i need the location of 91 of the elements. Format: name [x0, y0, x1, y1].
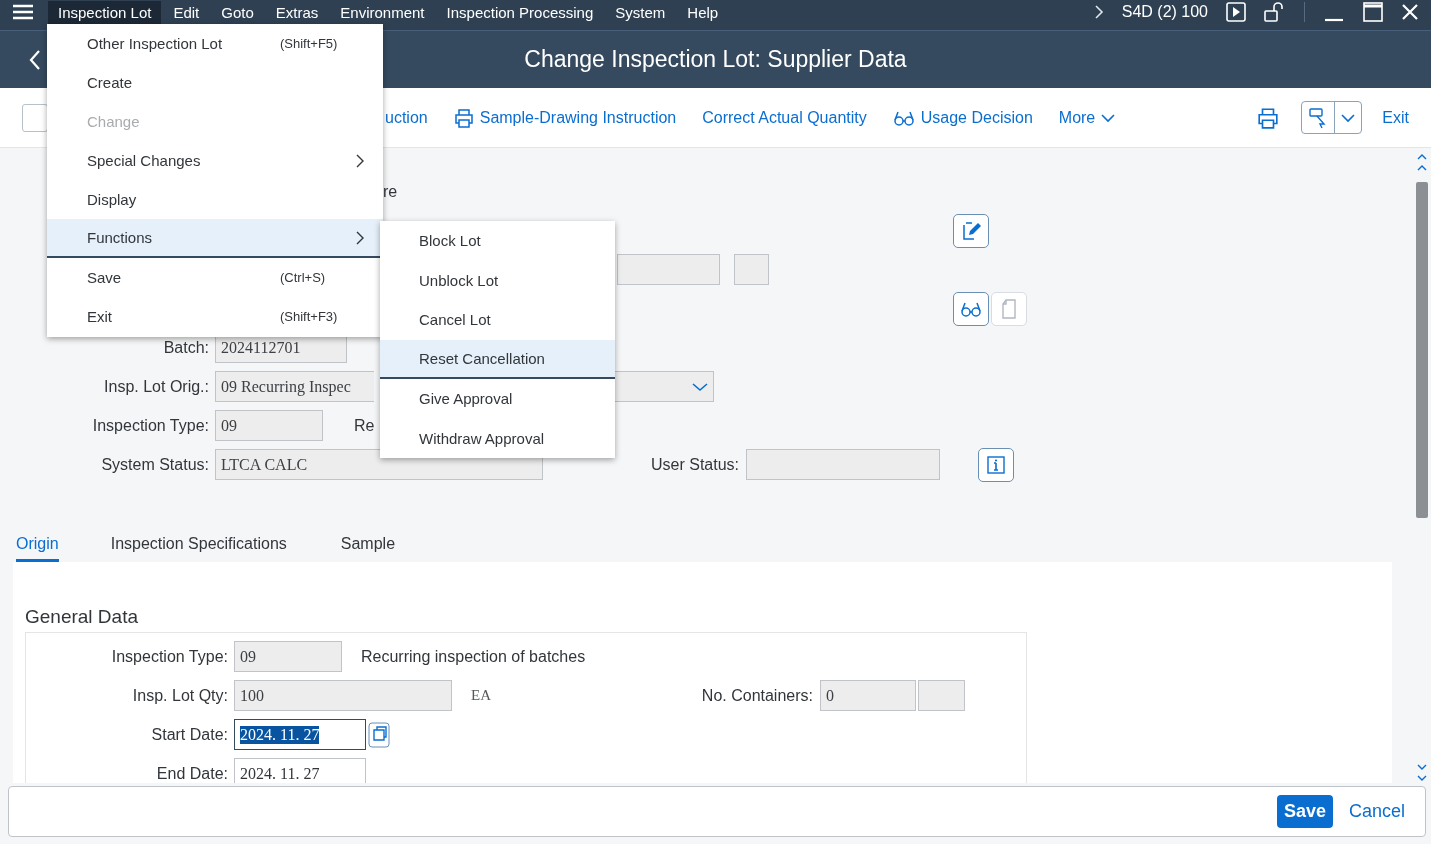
- description-text: Recurring inspection of batches: [361, 647, 586, 666]
- input-field[interactable]: 100: [234, 680, 452, 711]
- chevron-down-icon: [1341, 112, 1356, 123]
- edit-document-icon: [960, 219, 982, 242]
- shortcut-text: (Shift+F5): [280, 36, 338, 51]
- printer-icon[interactable]: [1257, 106, 1280, 129]
- tab[interactable]: Sample: [340, 535, 396, 562]
- input-field[interactable]: [734, 254, 769, 285]
- chevron-down-icon: [692, 381, 708, 392]
- back-icon[interactable]: [28, 48, 42, 71]
- close-icon[interactable]: [1401, 3, 1419, 21]
- cancel-button[interactable]: Cancel: [1342, 800, 1411, 823]
- value-help-icon[interactable]: [368, 721, 390, 748]
- scrollbar-thumb[interactable]: [1415, 182, 1428, 518]
- menu-entry[interactable]: Give Approval: [380, 379, 615, 419]
- menu-entry[interactable]: Other Inspection Lot (Shift+F5): [47, 24, 383, 63]
- toolbar-button[interactable]: Usage Decision: [890, 104, 1035, 131]
- shortcut-text: (Ctrl+S): [280, 270, 326, 285]
- menu-item[interactable]: Inspection Lot: [48, 0, 162, 24]
- menu-item[interactable]: Goto: [211, 0, 264, 24]
- menu-item[interactable]: Edit: [163, 0, 210, 24]
- menu-entry-label: Functions: [87, 229, 153, 246]
- menu-entry[interactable]: Create: [47, 63, 383, 102]
- field-label: User Status:: [651, 455, 740, 474]
- exit-button[interactable]: Exit: [1380, 104, 1411, 131]
- menu-entry-label: Exit: [87, 308, 112, 325]
- save-button[interactable]: Save: [1276, 795, 1333, 828]
- play-icon[interactable]: [1226, 2, 1246, 22]
- menu-entry-label: Display: [87, 191, 137, 208]
- menu-entry[interactable]: Special Changes: [47, 141, 383, 180]
- display-button[interactable]: [953, 291, 989, 326]
- dropdown-field[interactable]: 09 Recurring Inspec: [215, 371, 374, 402]
- date-field[interactable]: 2024. 11. 27: [234, 758, 366, 783]
- maximize-icon[interactable]: [1363, 2, 1383, 22]
- input-field[interactable]: [617, 254, 720, 285]
- menu-entry-label: Special Changes: [87, 152, 201, 169]
- toolbar-button[interactable]: Correct Actual Quantity: [700, 104, 869, 131]
- menu-entry[interactable]: Save (Ctrl+S): [47, 258, 383, 297]
- split-button[interactable]: [1301, 101, 1363, 134]
- chevron-down-icon: [1101, 112, 1116, 123]
- menu-entry[interactable]: Reset Cancellation: [380, 339, 615, 379]
- date-field[interactable]: 2024. 11. 27: [234, 719, 366, 750]
- info-icon: [987, 455, 1006, 474]
- chevron-right-icon[interactable]: [1093, 4, 1104, 20]
- menu-entry[interactable]: Unblock Lot: [380, 260, 615, 300]
- input-field[interactable]: 0: [820, 680, 916, 711]
- field-label: Insp. Lot Orig.:: [103, 377, 210, 396]
- menu-item[interactable]: Environment: [330, 0, 435, 24]
- menu-entry-label: Other Inspection Lot: [87, 35, 223, 52]
- menu-entry-label: Create: [87, 74, 133, 91]
- document-icon: [1001, 298, 1017, 319]
- field-label: No. Containers:: [700, 686, 813, 705]
- field-label: System Status:: [100, 455, 210, 474]
- menu-item[interactable]: Help: [677, 0, 729, 24]
- glasses-icon: [960, 300, 982, 317]
- toolbar-button[interactable]: uction: [383, 104, 430, 131]
- partial-label: re: [383, 182, 398, 201]
- unit-text: EA: [471, 687, 492, 704]
- menu-icon[interactable]: [12, 4, 34, 20]
- menu-entry-label: Change: [87, 113, 140, 130]
- edit-button[interactable]: [953, 213, 989, 248]
- input-field[interactable]: 09: [234, 641, 342, 672]
- menu-entry-label: Save: [87, 269, 122, 286]
- printer-icon: [453, 107, 474, 128]
- field-label: End Date:: [155, 764, 229, 783]
- menu-item[interactable]: Inspection Processing: [436, 0, 604, 24]
- field-label: Inspection Type:: [110, 647, 229, 666]
- field-label: Inspection Type:: [91, 416, 210, 435]
- page-title: Change Inspection Lot: Supplier Data: [524, 46, 907, 73]
- info-button[interactable]: [978, 447, 1015, 482]
- input-field[interactable]: [746, 449, 941, 480]
- shortcut-text: (Shift+F3): [280, 309, 338, 324]
- tab[interactable]: Inspection Specifications: [110, 535, 287, 562]
- toolbar-button[interactable]: Sample-Drawing Instruction: [451, 103, 679, 132]
- menu-entry[interactable]: Functions: [47, 219, 383, 258]
- menu-entry[interactable]: Cancel Lot: [380, 300, 615, 340]
- menu-item[interactable]: System: [605, 0, 676, 24]
- glasses-icon: [892, 109, 915, 126]
- section-title: General Data: [25, 606, 139, 629]
- menu-entry[interactable]: Display: [47, 180, 383, 219]
- field-label: Start Date:: [150, 725, 229, 744]
- system-label: S4D (2) 100: [1121, 3, 1208, 21]
- menu-item[interactable]: Extras: [265, 0, 329, 24]
- menu-entry[interactable]: Block Lot: [380, 221, 615, 261]
- field-label: Batch:: [162, 338, 210, 357]
- input-field[interactable]: [918, 680, 965, 711]
- description-text: Re: [354, 416, 375, 435]
- field-label: Insp. Lot Qty:: [131, 686, 229, 705]
- input-field[interactable]: 09: [215, 410, 323, 441]
- lock-icon[interactable]: [1264, 2, 1286, 22]
- more-button[interactable]: More: [1056, 104, 1118, 131]
